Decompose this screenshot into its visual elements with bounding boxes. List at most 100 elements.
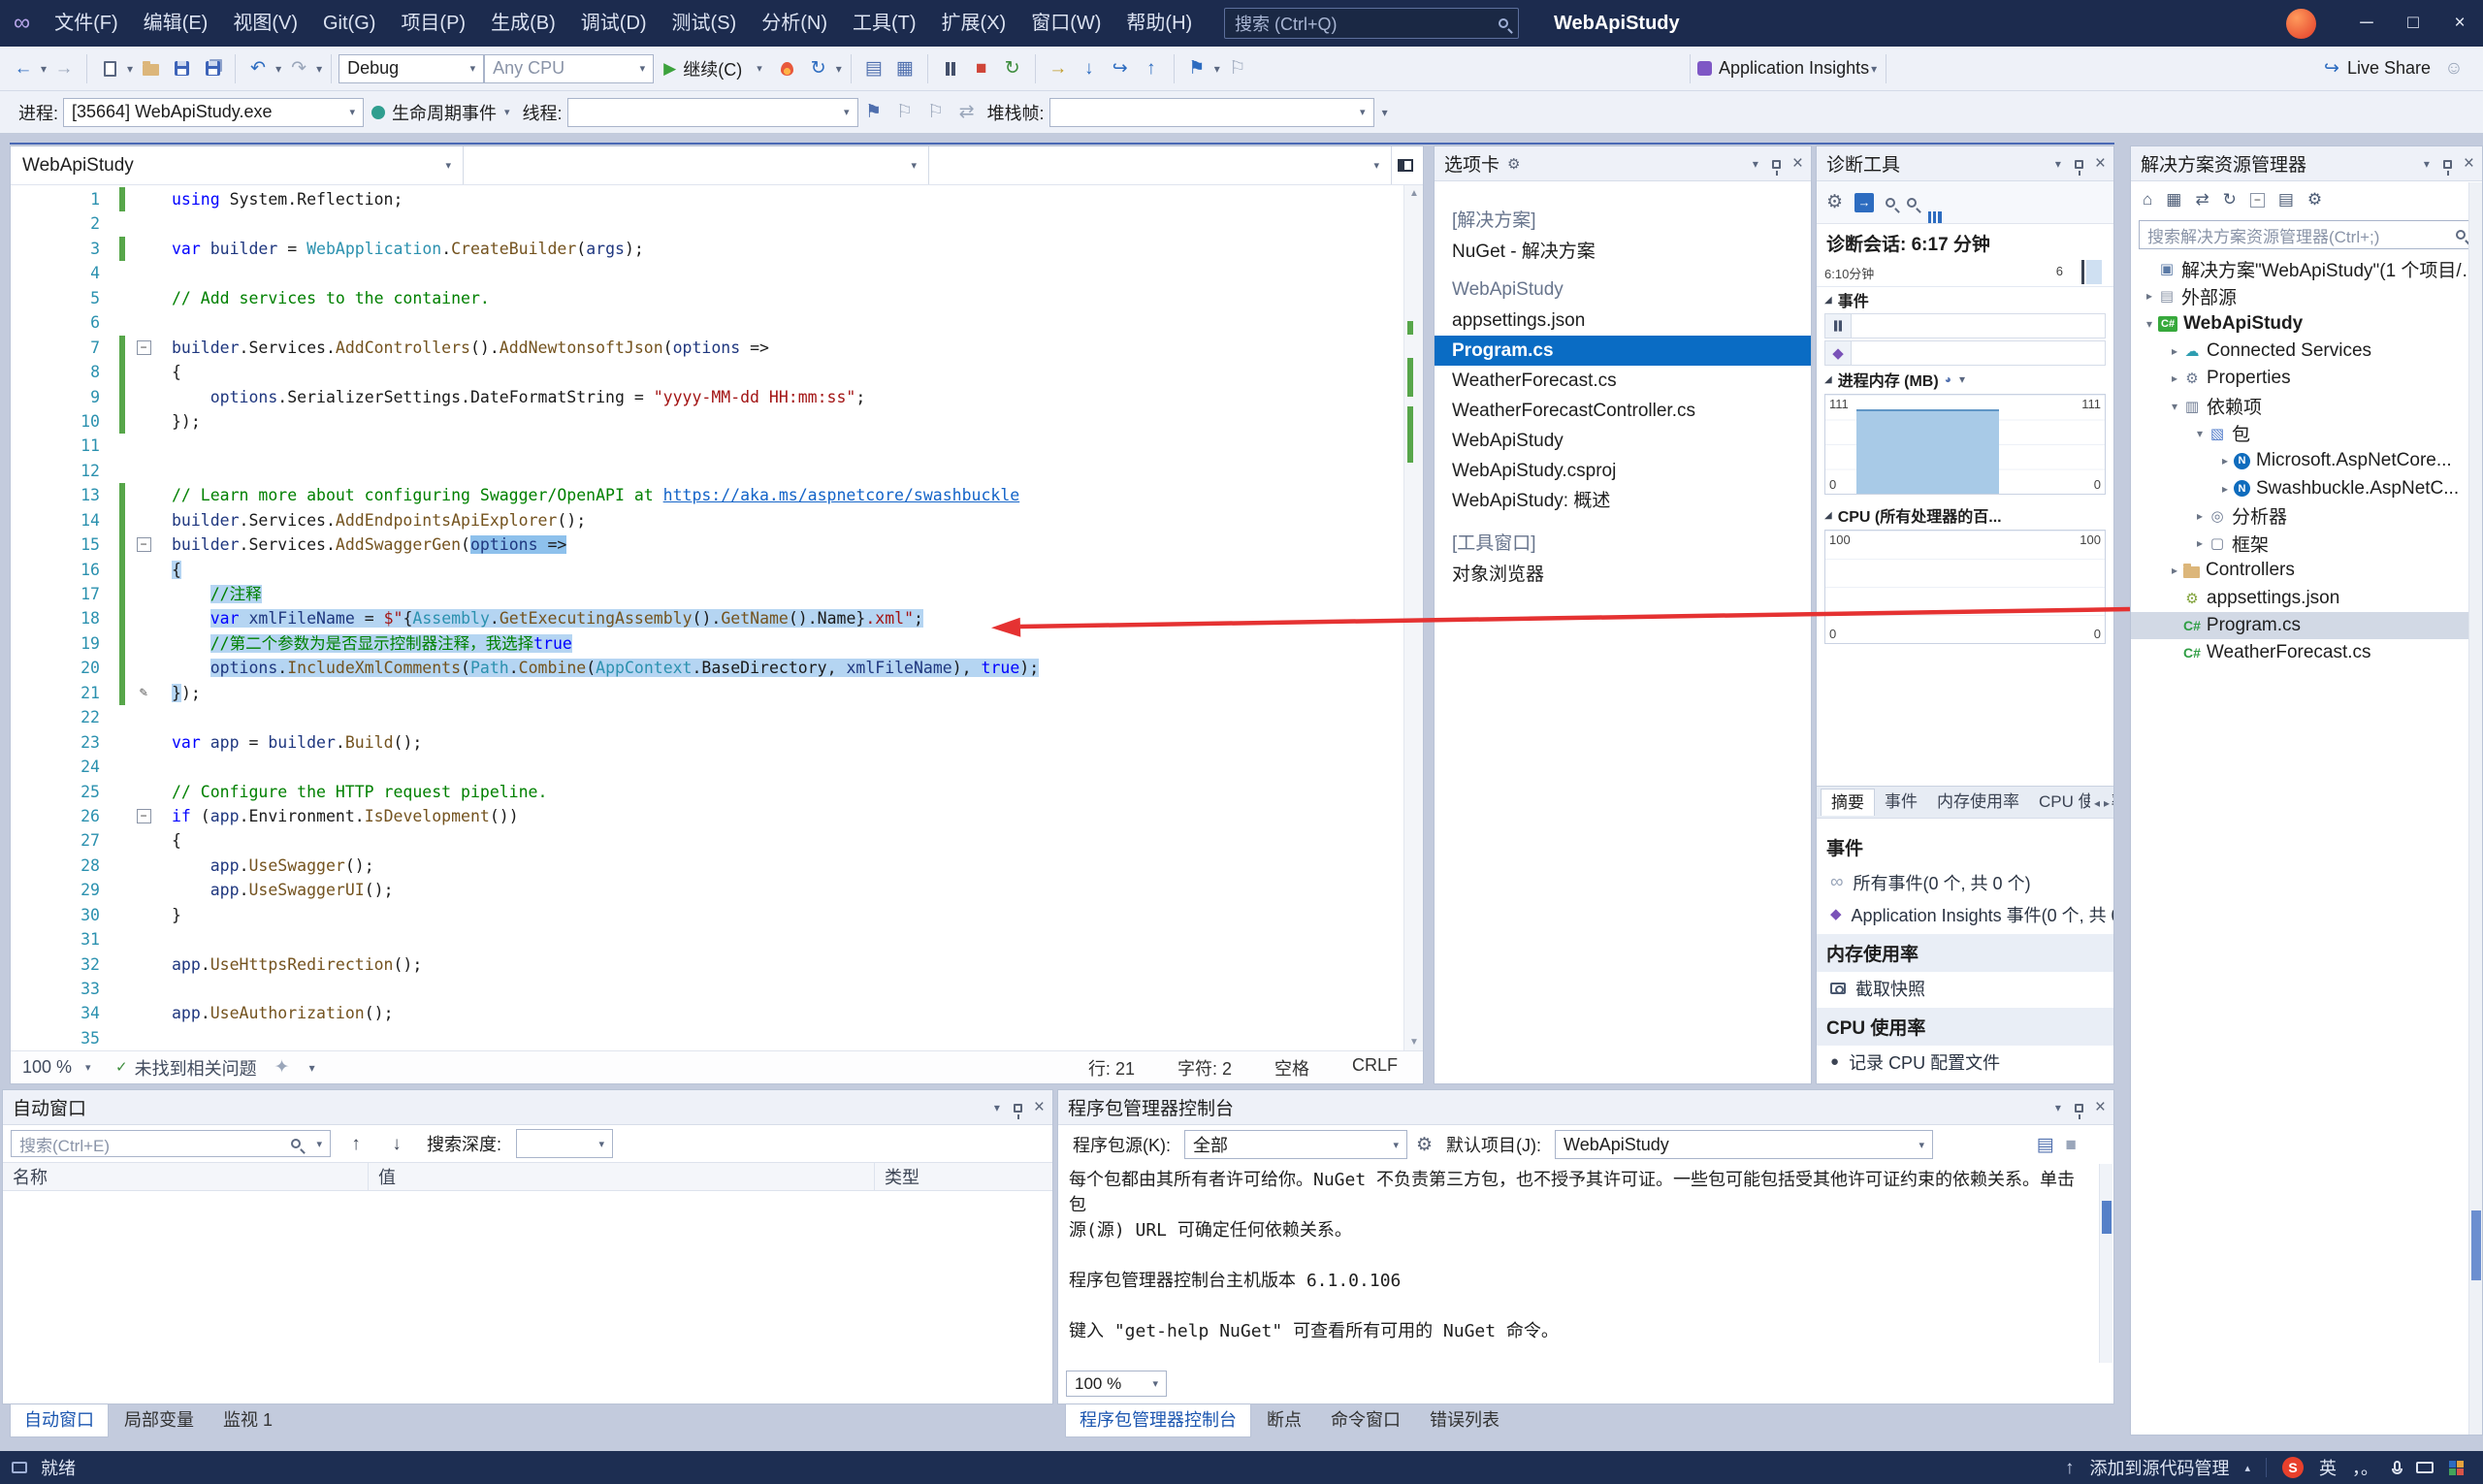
code-line[interactable]: 35: [11, 1026, 1403, 1050]
toggle-flagged-threads-icon[interactable]: ⇄: [952, 98, 982, 127]
open-folder-icon[interactable]: [136, 54, 165, 83]
panel-close-icon[interactable]: ×: [2095, 1097, 2106, 1118]
parallel-stacks-icon[interactable]: ▦: [890, 54, 919, 83]
code-line[interactable]: 4: [11, 261, 1403, 285]
application-insights-caret[interactable]: ▾: [1871, 62, 1877, 76]
app-insights-events-link[interactable]: ◆Application Insights 事件(0 个, 共 0 个): [1817, 898, 2113, 930]
default-project-select[interactable]: WebApiStudy▾: [1555, 1130, 1933, 1159]
tree-item[interactable]: ▸NSwashbuckle.AspNetC...: [2131, 474, 2482, 501]
microphone-icon[interactable]: [2394, 1461, 2401, 1471]
code-line[interactable]: 10});: [11, 409, 1403, 434]
expand-arrow[interactable]: ▸: [2166, 371, 2183, 385]
code-line[interactable]: 7−builder.Services.AddControllers().AddN…: [11, 336, 1403, 360]
application-insights-button[interactable]: Application Insights: [1719, 58, 1869, 79]
code-cleanup-icon[interactable]: ✦: [268, 1053, 297, 1082]
menu-item[interactable]: 帮助(H): [1113, 0, 1205, 47]
bottom-tab[interactable]: 断点: [1253, 1404, 1315, 1437]
undo-icon[interactable]: ↶: [243, 54, 273, 83]
tree-item[interactable]: ▸Controllers: [2131, 557, 2482, 584]
cpu-section-header[interactable]: ◢CPU (所有处理器的百...: [1817, 502, 2113, 528]
package-source-settings-icon[interactable]: ⚙: [1416, 1134, 1433, 1156]
code-line[interactable]: 26−if (app.Environment.IsDevelopment()): [11, 804, 1403, 828]
source-control-caret[interactable]: ▴: [2244, 1462, 2250, 1474]
open-document-item[interactable]: WebApiStudy.csproj: [1435, 456, 1811, 486]
zoom-out-icon[interactable]: [1907, 198, 1917, 208]
open-document-item[interactable]: appsettings.json: [1435, 306, 1811, 336]
properties-icon[interactable]: ⚙: [2307, 190, 2322, 210]
tree-item[interactable]: ⚙appsettings.json: [2131, 585, 2482, 612]
sync-with-active-document-icon[interactable]: ⇄: [2195, 190, 2209, 210]
open-document-item[interactable]: WeatherForecast.cs: [1435, 366, 1811, 396]
search-depth-select[interactable]: ▾: [516, 1129, 613, 1158]
close-button[interactable]: ×: [2436, 0, 2483, 47]
events-section-header[interactable]: ◢事件: [1817, 287, 2113, 312]
all-events-link[interactable]: ∞所有事件(0 个, 共 0 个): [1817, 866, 2113, 898]
code-line[interactable]: 18 var xmlFileName = $"{Assembly.GetExec…: [11, 606, 1403, 630]
collapse-all-icon[interactable]: −: [2250, 193, 2265, 208]
previous-result-icon[interactable]: ↑: [341, 1129, 371, 1158]
expand-arrow[interactable]: ▸: [2141, 289, 2158, 303]
minimize-button[interactable]: ─: [2343, 0, 2390, 47]
expand-arrow[interactable]: ▸: [2191, 536, 2209, 550]
code-line[interactable]: 32app.UseHttpsRedirection();: [11, 952, 1403, 977]
code-line[interactable]: 3var builder = WebApplication.CreateBuil…: [11, 237, 1403, 261]
open-document-item[interactable]: WebApiStudy: 概述: [1435, 486, 1811, 516]
code-line[interactable]: 12: [11, 459, 1403, 483]
bottom-tab[interactable]: 程序包管理器控制台: [1065, 1404, 1251, 1437]
menu-item[interactable]: 扩展(X): [929, 0, 1019, 47]
menu-item[interactable]: 分析(N): [749, 0, 840, 47]
pin-icon[interactable]: [2075, 160, 2083, 169]
expand-arrow[interactable]: ▸: [2166, 564, 2183, 577]
code-cleanup-caret[interactable]: ▾: [309, 1061, 315, 1075]
expand-arrow[interactable]: ▾: [2141, 317, 2158, 331]
tree-item[interactable]: C#WeatherForecast.cs: [2131, 639, 2482, 666]
panel-close-icon[interactable]: ×: [1034, 1097, 1045, 1118]
show-all-files-icon[interactable]: ▤: [2278, 190, 2294, 210]
code-line[interactable]: 9 options.SerializerSettings.DateFormatS…: [11, 385, 1403, 409]
pmc-zoom-select[interactable]: 100 %▾: [1066, 1371, 1167, 1397]
restart-debugging-icon[interactable]: ↻: [998, 54, 1027, 83]
open-document-item[interactable]: NuGet - 解决方案: [1435, 237, 1811, 267]
tree-item[interactable]: ▾▥依赖项: [2131, 392, 2482, 419]
code-line[interactable]: 14builder.Services.AddEndpointsApiExplor…: [11, 508, 1403, 532]
hot-reload-icon[interactable]: [773, 54, 802, 83]
code-line[interactable]: 6: [11, 310, 1403, 335]
bottom-tab[interactable]: 错误列表: [1416, 1404, 1513, 1437]
export-icon[interactable]: →: [1854, 193, 1874, 212]
notifications-icon[interactable]: [12, 1462, 27, 1473]
code-line[interactable]: 33: [11, 977, 1403, 1001]
maximize-button[interactable]: □: [2390, 0, 2436, 47]
bottom-tab[interactable]: 命令窗口: [1317, 1404, 1414, 1437]
navigate-back-icon[interactable]: ←: [9, 54, 38, 83]
menu-item[interactable]: 窗口(W): [1018, 0, 1113, 47]
thread-select[interactable]: ▾: [567, 98, 858, 127]
member-breadcrumb-select[interactable]: ▾: [929, 146, 1392, 184]
save-all-icon[interactable]: [198, 54, 227, 83]
pin-icon[interactable]: [1772, 160, 1781, 169]
code-line[interactable]: 27{: [11, 828, 1403, 853]
solution-configuration-select[interactable]: Debug▾: [339, 54, 484, 83]
code-line[interactable]: 11: [11, 434, 1403, 458]
flag-outline-2-icon[interactable]: ⚐: [921, 98, 951, 127]
ime-language-indicator[interactable]: 英: [2319, 1455, 2337, 1480]
solution-platform-select[interactable]: Any CPU▾: [484, 54, 654, 83]
tree-item[interactable]: ▾C#WebApiStudy: [2131, 310, 2482, 338]
new-file-icon[interactable]: [95, 54, 124, 83]
menu-item[interactable]: 生成(B): [478, 0, 568, 47]
ime-toolbox-icon[interactable]: [2449, 1461, 2464, 1475]
pin-icon[interactable]: [2075, 1104, 2083, 1113]
code-line[interactable]: 29 app.UseSwaggerUI();: [11, 878, 1403, 902]
pin-icon[interactable]: [2443, 160, 2452, 169]
bottom-tab[interactable]: 监视 1: [210, 1404, 286, 1437]
diagnostics-timeline[interactable]: 6:10分钟 6: [1817, 258, 2113, 287]
editor-scrollbar[interactable]: ▲ ▼: [1403, 185, 1423, 1050]
solution-search-input[interactable]: 搜索解决方案资源管理器(Ctrl+;): [2139, 220, 2474, 249]
live-share-button[interactable]: Live Share: [2347, 58, 2431, 79]
next-result-icon[interactable]: ↓: [382, 1129, 411, 1158]
panel-menu-caret[interactable]: ▾: [994, 1101, 1000, 1114]
expand-arrow[interactable]: ▾: [2166, 400, 2183, 413]
collapse-region-icon[interactable]: −: [137, 809, 151, 823]
code-line[interactable]: 25// Configure the HTTP request pipeline…: [11, 780, 1403, 804]
restart-caret[interactable]: ▾: [836, 62, 842, 76]
scrollbar-thumb[interactable]: [2102, 1201, 2112, 1234]
